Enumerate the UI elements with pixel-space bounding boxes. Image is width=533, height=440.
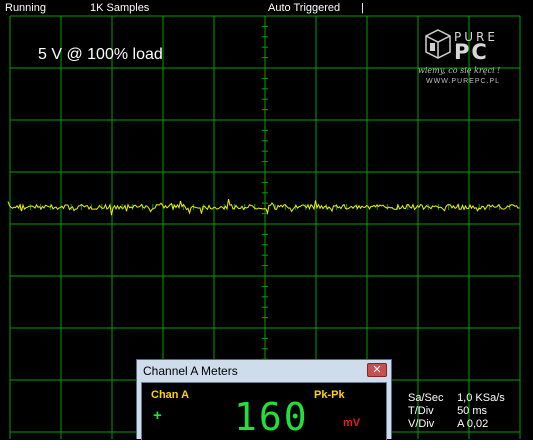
timebase-info: Sa/Sec 1,0 KSa/s T/Div 50 ms V/Div A 0,0… — [408, 392, 505, 431]
volt-div-value: A 0,02 — [457, 418, 489, 430]
sign-indicator: + — [153, 407, 162, 424]
time-div-row: T/Div 50 ms — [408, 405, 505, 418]
sample-rate-row: Sa/Sec 1,0 KSa/s — [408, 392, 505, 405]
meter-reading: 160 — [234, 395, 309, 439]
meters-display: Chan A Pk-Pk + 160 mV — [141, 382, 387, 440]
logo-cube-icon — [425, 29, 451, 59]
logo-url: WWW.PUREPC.PL — [426, 78, 501, 85]
volt-div-label: V/Div — [408, 418, 435, 430]
time-div-value: 50 ms — [457, 405, 488, 417]
logo-tagline: wiemy, co się kręci ! — [418, 66, 501, 75]
meter-unit: mV — [343, 417, 361, 429]
meters-window-title: Channel A Meters — [143, 364, 238, 378]
scope-caption: 5 V @ 100% load — [38, 46, 163, 63]
sample-rate-label: Sa/Sec — [408, 392, 444, 404]
purepc-logo: PURE PC wiemy, co się kręci ! WWW.PUREPC… — [418, 26, 526, 92]
channel-meters-window[interactable]: Channel A Meters ✕ Chan A Pk-Pk + 160 mV — [136, 359, 392, 440]
volt-div-row: V/Div A 0,02 — [408, 418, 505, 431]
scope-trace — [7, 198, 520, 216]
sample-rate-value: 1,0 KSa/s — [457, 392, 505, 404]
logo-pc-text: PC — [454, 40, 489, 64]
channel-label: Chan A — [151, 389, 190, 401]
close-button[interactable]: ✕ — [367, 363, 387, 377]
time-div-label: T/Div — [408, 405, 434, 417]
measurement-mode-label: Pk-Pk — [314, 389, 345, 401]
